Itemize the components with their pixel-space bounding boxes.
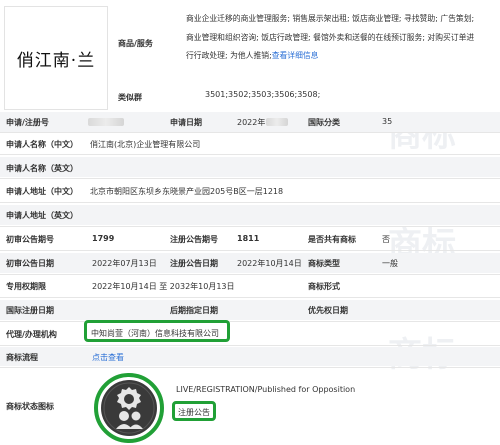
app-date-label: 申请日期: [170, 118, 202, 127]
goods-services-line: 商业管理和组织咨询; 饭店行政管理; 餐馆外卖和送餐的在线预订服务; 对购买订单…: [186, 32, 475, 42]
app-no-redacted: [88, 118, 124, 126]
process-view-link[interactable]: 点击查看: [92, 352, 124, 363]
view-details-link[interactable]: 查看详细信息: [272, 51, 319, 60]
divider: [0, 345, 500, 346]
agent-value: 中知尚萱（河南）信息科技有限公司: [91, 329, 219, 338]
address-en-label: 申请人地址（英文）: [6, 211, 78, 220]
divider: [0, 274, 500, 275]
app-no-label: 申请/注册号: [6, 118, 49, 127]
address-cn-label: 申请人地址（中文）: [6, 187, 78, 196]
tm-type-label: 商标类型: [308, 259, 340, 268]
trademark-logo-text: 俏江南·兰: [16, 50, 96, 71]
prelim-date-value: 2022年07月13日: [92, 259, 157, 268]
shared-tm-value: 否: [382, 235, 390, 244]
later-date-label: 后期指定日期: [170, 306, 218, 315]
priority-date-label: 优先权日期: [308, 306, 348, 315]
tm-type-value: 一般: [382, 259, 398, 268]
prelim-no-value: 1799: [92, 234, 115, 243]
similar-groups-value: 3501;3502;3503;3506;3508;: [205, 90, 321, 99]
process-label: 商标流程: [6, 353, 38, 362]
status-icon-label: 商标状态图标: [6, 402, 54, 411]
divider: [0, 250, 500, 251]
agent-label: 代理/办理机构: [6, 330, 57, 339]
similar-groups-label: 类似群: [118, 93, 142, 102]
goods-services-label: 商品/服务: [118, 39, 153, 48]
divider: [0, 367, 500, 368]
address-cn-value: 北京市朝阳区东坝乡东晓景产业园205号B区一层1218: [90, 187, 284, 196]
divider: [0, 297, 500, 298]
status-english: LIVE/REGISTRATION/Published for Oppositi…: [176, 385, 356, 394]
app-date-value: 2022年: [237, 118, 266, 127]
reg-no-value: 1811: [237, 234, 260, 243]
divider: [0, 202, 500, 203]
prelim-no-label: 初审公告期号: [6, 235, 54, 244]
exclusive-period-label: 专用权期限: [6, 282, 46, 291]
table-row: [0, 347, 500, 366]
applicant-cn-label: 申请人名称（中文）: [6, 140, 78, 149]
intl-reg-date-label: 国际注册日期: [6, 306, 54, 315]
divider: [0, 154, 500, 155]
divider: [0, 226, 500, 227]
goods-services-line: 行行政处理; 为他人推销;查看详细信息: [186, 51, 319, 60]
goods-services-list: 商业企业迁移的商业管理服务; 销售展示架出租; 饭店商业管理; 寻找赞助; 广告…: [186, 10, 494, 66]
table-row: [0, 300, 500, 320]
reg-no-label: 注册公告期号: [170, 235, 218, 244]
divider: [0, 132, 500, 133]
tm-form-label: 商标形式: [308, 282, 340, 291]
status-chinese: 注册公告: [178, 408, 210, 417]
divider: [0, 321, 500, 322]
prelim-date-label: 初审公告日期: [6, 259, 54, 268]
intl-class-label: 国际分类: [308, 118, 340, 127]
reg-date-label: 注册公告日期: [170, 259, 218, 268]
applicant-en-label: 申请人名称（英文）: [6, 164, 78, 173]
shared-tm-label: 是否共有商标: [308, 235, 356, 244]
divider: [0, 178, 500, 179]
reg-date-value: 2022年10月14日: [237, 259, 302, 268]
intl-class-value: 35: [382, 117, 393, 126]
exclusive-period-value: 2022年10月14日 至 2032年10月13日: [92, 282, 235, 291]
goods-services-line: 商业企业迁移的商业管理服务; 销售展示架出租; 饭店商业管理; 寻找赞助; 广告…: [186, 14, 475, 23]
trademark-image[interactable]: 俏江南·兰: [4, 6, 108, 110]
app-date-redacted: [266, 118, 288, 126]
applicant-cn-value: 俏江南(北京)企业管理有限公司: [90, 140, 201, 149]
registration-status-icon: [94, 373, 164, 443]
